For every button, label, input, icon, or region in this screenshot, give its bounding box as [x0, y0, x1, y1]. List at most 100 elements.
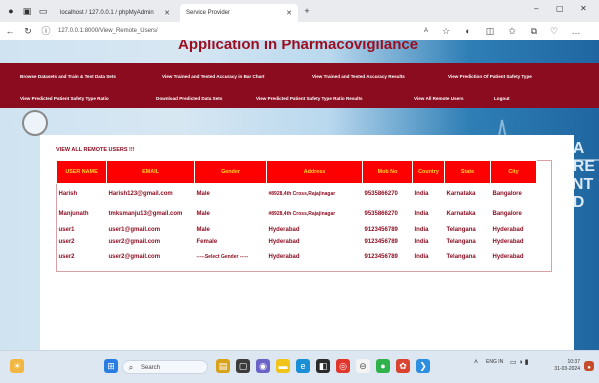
- extensions-icon[interactable]: ◐: [462, 25, 474, 37]
- cell-state: Telangana: [446, 226, 476, 233]
- browser-tab-bar: ● ▣ ▭ localhost / 127.0.0.1 / phpMyAdmin…: [0, 0, 599, 22]
- address-bar: ← ↻ ⓘ 127.0.0.1:8000/View_Remote_Users/ …: [0, 22, 599, 41]
- clock-date: 31-03-2024: [554, 366, 580, 372]
- cell-state: Karnataka: [446, 190, 476, 197]
- nav-browse-datasets[interactable]: Browse Datasets and Train & Test Data Se…: [20, 74, 116, 79]
- cell-username: user2: [58, 238, 75, 245]
- store-icon[interactable]: ◧: [316, 359, 330, 373]
- nav-download-predicted[interactable]: Download Predicted Data Sets: [156, 96, 222, 101]
- nav-accuracy-results[interactable]: View Trained and Tested Accuracy Results: [312, 74, 405, 79]
- cell-gender: Male: [196, 210, 210, 217]
- cell-city: Hyderabad: [492, 226, 524, 233]
- nav-view-prediction[interactable]: View Prediction Of Patient Safety Type: [448, 74, 532, 79]
- table-header-row: USER NAME EMAIL Gender Address Mob No Co…: [56, 160, 537, 184]
- vscode-icon[interactable]: ❯: [416, 359, 430, 373]
- cell-state: Karnataka: [446, 210, 476, 217]
- cell-gender: Female: [196, 238, 218, 245]
- remote-users-table: USER NAME EMAIL Gender Address Mob No Co…: [56, 160, 537, 266]
- cell-email: user1@gmail.com: [108, 226, 161, 233]
- cell-address: #8928,4th Cross,Rajajinagar: [268, 190, 336, 197]
- minimize-button[interactable]: –: [534, 4, 538, 13]
- cell-address: Hyderabad: [268, 253, 300, 260]
- column-header: Mob No: [362, 160, 413, 184]
- favorite-icon[interactable]: ☆: [440, 25, 452, 37]
- whatsapp-icon[interactable]: ●: [376, 359, 390, 373]
- tab-service-provider[interactable]: Service Provider ✕: [180, 4, 298, 22]
- content-card: VIEW ALL REMOTE USERS !!! USER NAME EMAI…: [40, 135, 574, 350]
- cell-mobile: 9535866270: [364, 190, 398, 197]
- info-icon[interactable]: ⓘ: [40, 25, 52, 37]
- cell-username: user2: [58, 253, 75, 260]
- cell-address: Hyderabad: [268, 226, 300, 233]
- read-aloud-icon[interactable]: A: [420, 25, 432, 37]
- column-header: EMAIL: [106, 160, 195, 184]
- nav-logout[interactable]: Logout: [494, 96, 510, 101]
- refresh-icon[interactable]: ↻: [22, 25, 34, 37]
- xampp-icon[interactable]: ✿: [396, 359, 410, 373]
- cell-mobile: 9123456789: [364, 226, 398, 233]
- weather-icon[interactable]: ☀: [10, 359, 24, 373]
- tray-overflow-icon[interactable]: ˄: [474, 359, 478, 366]
- cell-username: Harish: [58, 190, 78, 197]
- cell-country: India: [414, 210, 429, 217]
- cell-mobile: 9123456789: [364, 238, 398, 245]
- maximize-button[interactable]: ▢: [556, 4, 564, 13]
- split-screen-icon[interactable]: ◫: [484, 25, 496, 37]
- close-window-button[interactable]: ✕: [580, 4, 587, 13]
- browser-essentials-icon[interactable]: ♡: [548, 25, 560, 37]
- collections-icon[interactable]: ⧉: [528, 25, 540, 37]
- edge-icon[interactable]: e: [296, 359, 310, 373]
- section-title: VIEW ALL REMOTE USERS !!!: [56, 147, 135, 153]
- stethoscope-decoration: [22, 110, 48, 136]
- cell-gender: Male: [196, 226, 210, 233]
- widgets-icon[interactable]: ▤: [216, 359, 230, 373]
- tab-actions-icon[interactable]: ▭: [38, 6, 48, 16]
- back-icon[interactable]: ←: [4, 25, 16, 37]
- cell-country: India: [414, 253, 429, 260]
- chrome-icon[interactable]: ◎: [336, 359, 350, 373]
- nav-view-remote-users[interactable]: View All Remote Users: [414, 96, 464, 101]
- web-page: CAAREENTAD Application in Pharmacovigila…: [0, 40, 599, 350]
- favorites-bar-icon[interactable]: ✩: [506, 25, 518, 37]
- column-header: USER NAME: [56, 160, 107, 184]
- cell-state: Telangana: [446, 253, 476, 260]
- nav-predicted-ratio[interactable]: View Predicted Patient Safety Type Ratio: [20, 96, 109, 101]
- close-tab-icon[interactable]: ✕: [286, 9, 292, 17]
- column-header: City: [490, 160, 537, 184]
- cell-email: tmksmanju13@gmail.com: [108, 210, 183, 217]
- chat-icon[interactable]: ◉: [256, 359, 270, 373]
- network-volume-battery-icons[interactable]: ▭ ◑ ▮: [510, 359, 529, 366]
- language-indicator[interactable]: ENG IN: [486, 359, 503, 366]
- cell-gender: -----Select Gender -----: [196, 253, 249, 260]
- cell-email: user2@gmail.com: [108, 253, 161, 260]
- cell-state: Telangana: [446, 238, 476, 245]
- profile-icon[interactable]: ●: [6, 6, 16, 16]
- app-icon[interactable]: ⊖: [356, 359, 370, 373]
- cell-city: Hyderabad: [492, 238, 524, 245]
- nav-accuracy-bar-chart[interactable]: View Trained and Tested Accuracy in Bar …: [162, 74, 265, 79]
- cell-country: India: [414, 238, 429, 245]
- cell-mobile: 9535866270: [364, 210, 398, 217]
- task-view-icon[interactable]: ▢: [236, 359, 250, 373]
- more-menu-icon[interactable]: …: [570, 25, 582, 37]
- nav-predicted-ratio-results[interactable]: View Predicted Patient Safety Type Ratio…: [256, 96, 363, 101]
- table-row: Manjunath tmksmanju13@gmail.com Male #89…: [57, 204, 537, 224]
- table-row: user1 user1@gmail.com Male Hyderabad 912…: [57, 224, 537, 236]
- page-title: Application in Pharmacovigilance: [178, 40, 419, 53]
- start-icon[interactable]: ⊞: [104, 359, 118, 373]
- new-tab-button[interactable]: +: [302, 6, 312, 16]
- cell-city: Bangalore: [492, 190, 522, 197]
- cell-username: user1: [58, 226, 75, 233]
- column-header: State: [444, 160, 491, 184]
- file-explorer-icon[interactable]: ▬: [276, 359, 290, 373]
- tab-phpmyadmin[interactable]: localhost / 127.0.0.1 / phpMyAdmin ✕: [54, 4, 176, 22]
- notification-icon[interactable]: ●: [584, 361, 594, 371]
- column-header: Address: [266, 160, 363, 184]
- clock[interactable]: 10:37 31-03-2024: [546, 359, 580, 373]
- cell-email: user2@gmail.com: [108, 238, 161, 245]
- cell-email: Harish123@gmail.com: [108, 190, 173, 197]
- close-tab-icon[interactable]: ✕: [164, 9, 170, 17]
- workspaces-icon[interactable]: ▣: [22, 6, 32, 16]
- url-field[interactable]: 127.0.0.1:8000/View_Remote_Users/: [58, 25, 438, 37]
- cell-address: #8928,4th Cross,Rajajinagar: [268, 210, 336, 217]
